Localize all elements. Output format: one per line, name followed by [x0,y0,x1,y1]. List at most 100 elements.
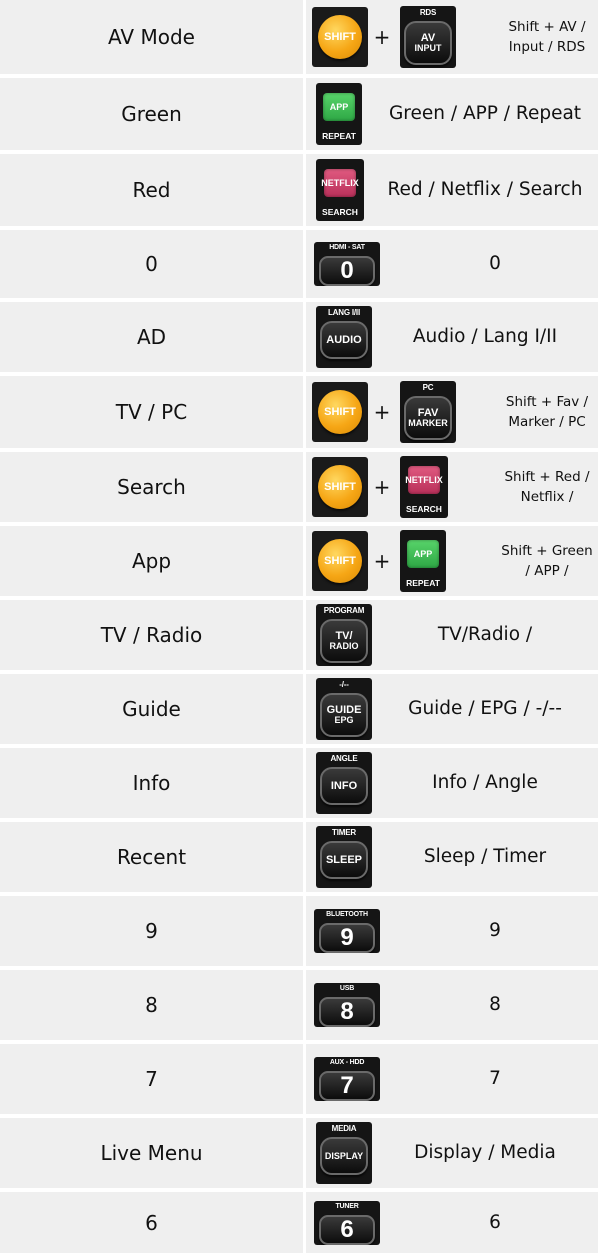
remote-button-cell: PROGRAM TV/RADIO TV/Radio / [306,600,598,670]
button-description: Sleep / Timer [376,822,594,892]
key-label: 7 [340,1072,354,1099]
red-key: NETFLIX [321,169,359,197]
function-name-cell: AV Mode [0,0,303,74]
function-name: Guide [122,697,181,721]
key-sublabel: SEARCH [322,207,358,217]
shift-button-icon: SHIFT [312,531,368,591]
button-description: Red / Netflix / Search [376,154,594,226]
key-label: NETFLIX [321,178,359,188]
table-row: 9 BLUETOOTH 9 9 [0,896,598,970]
table-row: AD LANG I/II AUDIO Audio / Lang I/II [0,302,598,376]
function-name: 6 [145,1210,158,1235]
red-key: NETFLIX [405,466,443,494]
key-sublabel: RADIO [329,641,359,651]
remote-button-cell: HDMI - SAT 0 0 [306,230,598,298]
key-label: AUDIO [326,333,362,346]
button-icons: MEDIA DISPLAY [312,1118,372,1188]
av-input-button-icon: RDS AV INPUT [400,6,456,68]
key-label: NETFLIX [405,475,443,485]
seven-key-icon: AUX - HDD 7 [314,1057,380,1101]
display-media-button-icon: MEDIA DISPLAY [316,1122,372,1184]
key-top-label: BLUETOOTH [326,911,368,918]
function-name-cell: 6 [0,1192,303,1253]
guide-epg-button-icon: -/-- GUIDE EPG [316,678,372,740]
black-key: SLEEP [320,841,368,879]
button-icons: LANG I/II AUDIO [312,302,372,372]
key-label: SLEEP [325,853,363,866]
info-angle-button-icon: ANGLE INFO [316,752,372,814]
nine-key-icon: BLUETOOTH 9 [314,909,380,953]
function-name: 9 [145,919,158,943]
key-top-label: PC [422,383,434,392]
table-row: Guide -/-- GUIDE EPG Guide / EPG / -/-- [0,674,598,748]
audio-lang-button-icon: LANG I/II AUDIO [316,306,372,368]
app-repeat-button-icon: APP REPEAT [316,83,362,145]
black-key: FAV MARKER [404,396,452,440]
shift-key: SHIFT [318,390,362,434]
shift-button-icon: SHIFT [312,382,368,442]
button-description: Shift + Fav / Marker / PC [500,376,594,448]
key-top-label: HDMI - SAT [329,244,365,251]
function-name: 7 [145,1067,158,1091]
function-name: Search [117,475,186,499]
button-description: 9 [396,896,594,966]
black-key: AV INPUT [404,21,452,65]
key-label: INFO [330,779,358,792]
sleep-timer-button-icon: TIMER SLEEP [316,826,372,888]
remote-button-cell: TUNER 6 6 [306,1192,598,1253]
black-key: INFO [320,767,368,805]
button-icons: HDMI - SAT 0 [312,230,380,298]
description-text: 6 [489,1211,501,1233]
table-row: Live Menu MEDIA DISPLAY Display / Media [0,1118,598,1192]
zero-key-icon: HDMI - SAT 0 [314,242,380,286]
key-top-label: PROGRAM [323,606,365,615]
six-key-icon: TUNER 6 [314,1200,380,1245]
description-text: Shift + AV / Input / RDS [508,19,586,55]
function-name-cell: Live Menu [0,1118,303,1188]
table-row: Red NETFLIX SEARCH Red / Netflix / Search [0,154,598,230]
button-icons: ANGLE INFO [312,748,372,818]
table-row: App SHIFT + APP REPEAT Shift + Green / APP / [0,526,598,600]
eight-key-icon: USB 8 [314,983,380,1027]
shift-label: SHIFT [324,481,356,493]
black-key: DISPLAY [320,1137,368,1175]
description-text: Red / Netflix / Search [387,179,583,200]
shift-key: SHIFT [318,15,362,59]
function-name: 0 [145,252,158,276]
remote-button-cell: BLUETOOTH 9 9 [306,896,598,966]
button-description: 0 [396,230,594,298]
function-name: Recent [116,845,187,869]
tv-radio-button-icon: PROGRAM TV/RADIO [316,604,372,666]
function-name: App [131,549,172,573]
description-text: Shift + Green / APP / [501,543,593,579]
function-name: TV / Radio [100,623,203,647]
function-name: TV / PC [115,400,188,424]
function-name-cell: TV / Radio [0,600,303,670]
key-top-label: TIMER [332,828,356,837]
description-text: Info / Angle [432,772,538,793]
function-name-cell: 7 [0,1044,303,1114]
key-sublabel: INPUT [414,43,442,53]
key-top-label: MEDIA [331,1124,357,1133]
remote-button-cell: MEDIA DISPLAY Display / Media [306,1118,598,1188]
remote-button-cell: SHIFT + PC FAV MARKER Shift + Fav / Marker / … [306,376,598,448]
shift-key: SHIFT [318,539,362,583]
remote-button-cell: SHIFT + RDS AV INPUT Shift + AV / Input / RDS [306,0,598,74]
remote-button-cell: SHIFT + APP REPEAT Shift + Green / APP / [306,526,598,596]
key-sublabel: MARKER [408,418,448,428]
description-text: 7 [489,1068,501,1089]
key-top-label: ANGLE [330,754,358,763]
key-top-label: -/-- [339,680,349,689]
number-key: 8 [319,997,375,1027]
key-sublabel: SEARCH [406,504,442,514]
number-key: 0 [319,256,375,286]
description-text: 8 [489,994,501,1015]
function-name: 8 [145,993,158,1017]
function-name-cell: Search [0,452,303,522]
function-name-cell: Green [0,78,303,150]
black-key: TV/RADIO [320,619,368,663]
key-sublabel: REPEAT [406,578,440,588]
function-name: AD [136,325,167,349]
table-row: 6 TUNER 6 6 [0,1192,598,1257]
shift-button-icon: SHIFT [312,7,368,67]
